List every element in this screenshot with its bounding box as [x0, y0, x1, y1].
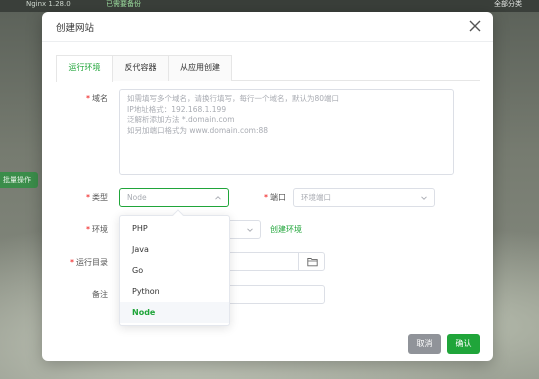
type-label: * 类型 [86, 193, 108, 202]
port-label: * 端口 [264, 193, 286, 202]
domain-label: * 域名 [86, 94, 108, 103]
type-select-value: Node [127, 193, 147, 202]
chevron-down-icon [247, 228, 253, 232]
folder-icon [307, 258, 318, 267]
dialog-title: 创建网站 [56, 23, 95, 34]
type-select[interactable]: Node [119, 188, 229, 207]
chevron-up-icon [215, 196, 221, 200]
option-node[interactable]: Node [120, 302, 229, 323]
env-label: * 环境 [86, 225, 108, 234]
domain-label-text: 域名 [92, 94, 108, 103]
background-nginx-tag: Nginx 1.28.0 [26, 0, 71, 8]
env-label-text: 环境 [92, 225, 108, 234]
tab-bar: 运行环境 反代容器 从应用创建 [56, 55, 480, 82]
port-select-placeholder: 环境端口 [301, 193, 331, 202]
domain-textarea[interactable]: 如需填写多个域名，请换行填写，每行一个域名，默认为80端口 IP地址格式：192… [119, 89, 454, 175]
port-select[interactable]: 环境端口 [293, 188, 435, 207]
folder-button[interactable] [298, 252, 325, 271]
background-batch-button: 批量操作 [0, 172, 38, 188]
tab-proxy-container[interactable]: 反代容器 [112, 55, 169, 81]
dialog-header: 创建网站 [42, 12, 493, 42]
tab-from-app[interactable]: 从应用创建 [168, 55, 232, 81]
background-top-bar [0, 0, 539, 12]
chevron-down-icon [421, 196, 427, 200]
create-website-dialog: 创建网站 运行环境 反代容器 从应用创建 * 域名 如需填写多个域名，请换行填写，… [42, 12, 493, 361]
option-php[interactable]: PHP [120, 218, 229, 239]
tab-runtime-env[interactable]: 运行环境 [56, 55, 113, 82]
background-backup-tag: 已需要备份 [106, 0, 141, 8]
run-dir-label: * 运行目录 [70, 258, 108, 267]
create-env-link[interactable]: 创建环境 [270, 224, 302, 235]
run-dir-label-text: 运行目录 [76, 258, 108, 267]
remark-label: 备注 [92, 290, 108, 299]
port-label-text: 端口 [270, 193, 286, 202]
type-dropdown: PHP Java Go Python Node [119, 209, 230, 326]
type-label-text: 类型 [92, 193, 108, 202]
confirm-button[interactable]: 确认 [447, 334, 480, 354]
option-go[interactable]: Go [120, 260, 229, 281]
cancel-button[interactable]: 取消 [408, 334, 441, 354]
background-category-tag: 全部分类 [494, 0, 522, 8]
domain-placeholder: 如需填写多个域名，请换行填写，每行一个域名，默认为80端口 IP地址格式：192… [127, 94, 340, 135]
option-java[interactable]: Java [120, 239, 229, 260]
option-python[interactable]: Python [120, 281, 229, 302]
close-icon[interactable] [467, 18, 483, 34]
